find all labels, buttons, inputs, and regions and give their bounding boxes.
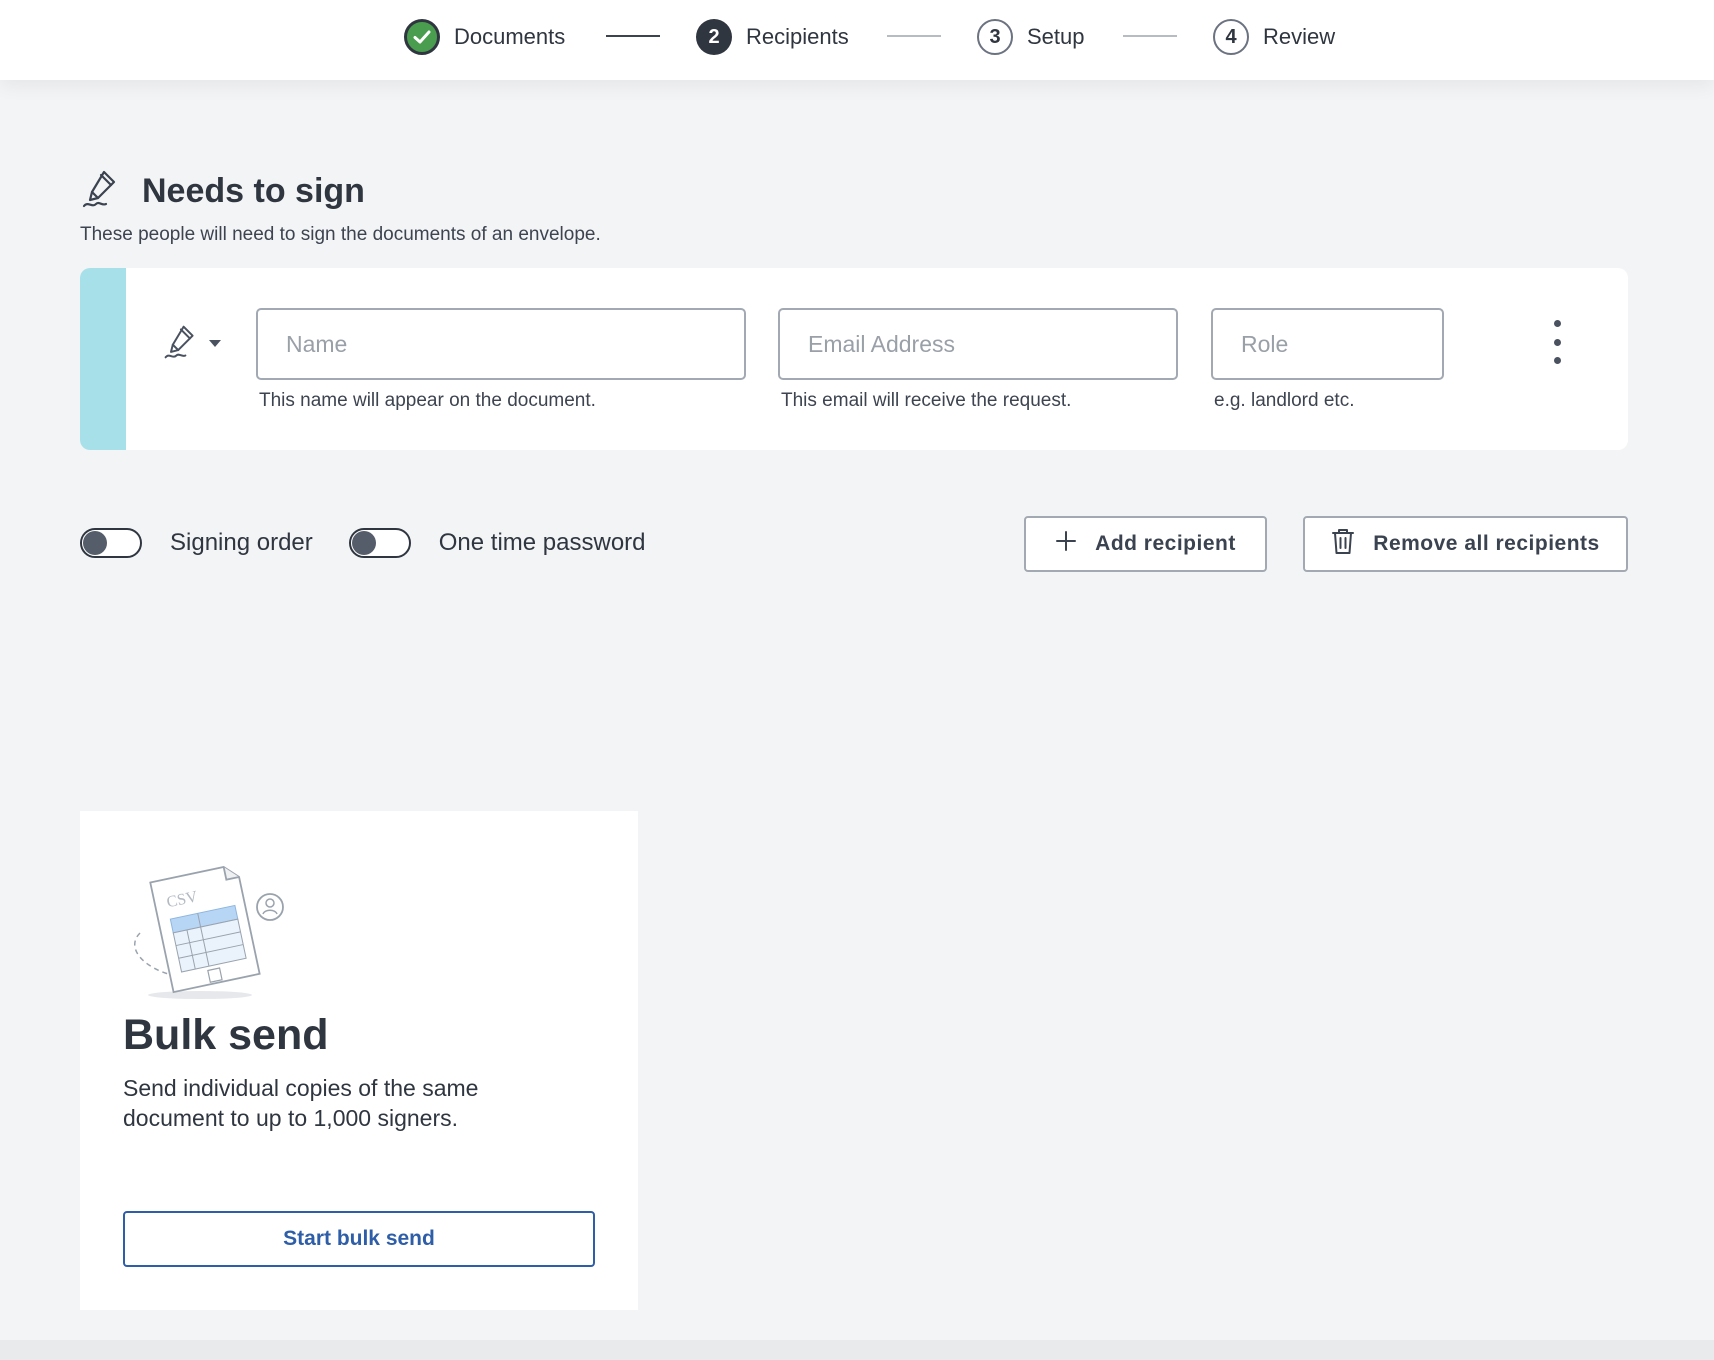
- signing-order-label: Signing order: [170, 529, 313, 556]
- section-description: These people will need to sign the docum…: [80, 224, 601, 245]
- email-field: This email will receive the request.: [778, 308, 1178, 412]
- remove-all-recipients-label: Remove all recipients: [1373, 532, 1600, 555]
- one-time-password-label: One time password: [438, 529, 646, 556]
- recipient-type-dropdown[interactable]: [162, 322, 222, 367]
- step-label: Documents: [454, 24, 566, 49]
- step-label: Recipients: [746, 24, 849, 49]
- plus-icon: [1055, 530, 1077, 558]
- remove-all-recipients-button[interactable]: Remove all recipients: [1303, 516, 1628, 572]
- csv-file-illustration-icon: CSV: [120, 843, 300, 1008]
- caret-down-icon: [208, 336, 222, 354]
- email-hint: This email will receive the request.: [781, 390, 1072, 411]
- recipient-options: Signing order One time password: [80, 528, 682, 558]
- step-connector: [1123, 35, 1177, 37]
- trash-icon: [1331, 527, 1355, 561]
- start-bulk-send-button[interactable]: Start bulk send: [123, 1211, 595, 1267]
- step-connector: [606, 35, 660, 37]
- add-recipient-label: Add recipient: [1095, 532, 1236, 555]
- pen-sign-icon: [80, 168, 120, 215]
- step-label: Setup: [1027, 24, 1085, 49]
- step-label: Review: [1263, 24, 1336, 49]
- name-input[interactable]: [256, 308, 746, 380]
- footer-band: [0, 1340, 1714, 1360]
- name-field: This name will appear on the document.: [256, 308, 746, 412]
- step-recipients[interactable]: 2 Recipients: [696, 17, 849, 57]
- name-hint: This name will appear on the document.: [259, 390, 596, 411]
- step-documents[interactable]: Documents: [404, 17, 565, 57]
- one-time-password-toggle[interactable]: [348, 528, 411, 558]
- bulk-send-title: Bulk send: [123, 1011, 329, 1059]
- email-input[interactable]: [778, 308, 1178, 380]
- section-title: Needs to sign: [142, 172, 365, 210]
- more-options-icon[interactable]: [1547, 320, 1567, 364]
- pen-sign-icon: [162, 322, 198, 367]
- add-recipient-button[interactable]: Add recipient: [1024, 516, 1267, 572]
- progress-stepper: Documents 2 Recipients 3 Setup 4 Review: [0, 0, 1714, 80]
- role-input[interactable]: [1211, 308, 1444, 380]
- step-number-badge: 4: [1213, 19, 1249, 55]
- bulk-send-description: Send individual copies of the same docum…: [123, 1075, 479, 1131]
- step-number-badge: 2: [696, 19, 732, 55]
- step-setup[interactable]: 3 Setup: [977, 17, 1085, 57]
- check-icon: [404, 19, 440, 55]
- signing-order-toggle[interactable]: [80, 528, 142, 558]
- section-header: Needs to sign: [80, 168, 365, 215]
- recipient-card: This name will appear on the document. T…: [80, 268, 1628, 450]
- recipient-color-bar: [80, 268, 126, 450]
- step-number-badge: 3: [977, 19, 1013, 55]
- bulk-send-card: CSV Bulk send Send individual copies of …: [80, 811, 638, 1310]
- role-hint: e.g. landlord etc.: [1214, 390, 1355, 411]
- step-connector: [887, 35, 941, 37]
- step-review[interactable]: 4 Review: [1213, 17, 1335, 57]
- role-field: e.g. landlord etc.: [1211, 308, 1444, 412]
